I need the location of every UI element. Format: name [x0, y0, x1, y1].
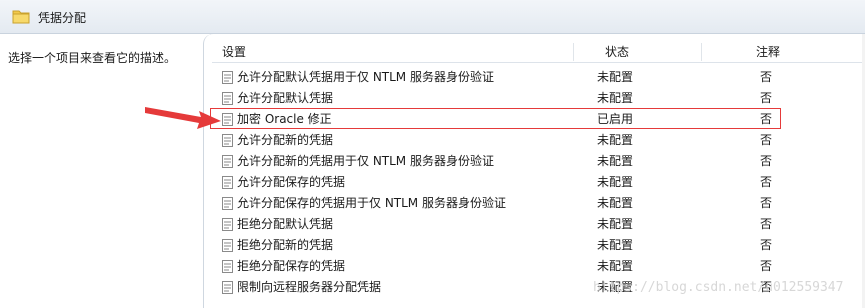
- row-state: 未配置: [597, 133, 634, 147]
- row-setting-name: 允许分配新的凭据用于仅 NTLM 服务器身份验证: [237, 154, 494, 168]
- row-state: 未配置: [597, 154, 634, 168]
- table-row[interactable]: 拒绝分配新的凭据 未配置 否: [212, 235, 864, 256]
- policy-setting-icon: [222, 260, 233, 273]
- policy-setting-icon: [222, 176, 233, 189]
- row-note: 否: [760, 196, 773, 210]
- row-note: 否: [760, 154, 773, 168]
- row-setting-name: 允许分配默认凭据用于仅 NTLM 服务器身份验证: [237, 70, 494, 84]
- description-pane: 选择一个项目来查看它的描述。: [0, 34, 211, 308]
- row-note: 否: [760, 133, 773, 147]
- row-note: 否: [760, 175, 773, 189]
- column-header-state[interactable]: 状态: [605, 41, 645, 63]
- settings-list-pane: 设置 状态 注释 允许分配默认凭据用于仅 NTLM 服务器身份验证 未配置 否 …: [203, 34, 865, 308]
- row-note: 否: [760, 217, 773, 231]
- row-setting-name: 拒绝分配保存的凭据: [237, 259, 346, 273]
- row-setting-name: 允许分配保存的凭据用于仅 NTLM 服务器身份验证: [237, 196, 506, 210]
- row-setting-name: 允许分配保存的凭据: [237, 175, 346, 189]
- column-divider[interactable]: [701, 43, 702, 61]
- policy-setting-icon: [222, 239, 233, 252]
- row-setting-name: 限制向远程服务器分配凭据: [237, 280, 382, 294]
- row-state: 未配置: [597, 70, 634, 84]
- row-state: 已启用: [597, 112, 634, 126]
- title-bar: 凭据分配: [0, 0, 865, 34]
- row-note: 否: [760, 70, 773, 84]
- policy-setting-icon: [222, 134, 233, 147]
- window-title: 凭据分配: [38, 11, 87, 25]
- row-setting-name: 拒绝分配新的凭据: [237, 238, 334, 252]
- policy-setting-icon: [222, 281, 233, 294]
- policy-setting-icon: [222, 71, 233, 84]
- column-divider[interactable]: [573, 43, 574, 61]
- column-header-setting[interactable]: 设置: [222, 41, 572, 63]
- policy-setting-icon: [222, 197, 233, 210]
- table-row[interactable]: 允许分配默认凭据用于仅 NTLM 服务器身份验证 未配置 否: [212, 67, 864, 88]
- table-header: 设置 状态 注释: [212, 41, 864, 63]
- table-row[interactable]: 允许分配新的凭据 未配置 否: [212, 130, 864, 151]
- table-row-selected[interactable]: 加密 Oracle 修正 已启用 否: [212, 109, 864, 130]
- table-row[interactable]: 允许分配新的凭据用于仅 NTLM 服务器身份验证 未配置 否: [212, 151, 864, 172]
- row-note: 否: [760, 259, 773, 273]
- description-text: 选择一个项目来查看它的描述。: [8, 51, 177, 65]
- settings-rows: 允许分配默认凭据用于仅 NTLM 服务器身份验证 未配置 否 允许分配默认凭据 …: [212, 67, 864, 298]
- row-state: 未配置: [597, 196, 634, 210]
- row-setting-name: 允许分配默认凭据: [237, 91, 334, 105]
- column-header-note[interactable]: 注释: [756, 41, 816, 63]
- row-state: 未配置: [597, 238, 634, 252]
- policy-setting-icon: [222, 92, 233, 105]
- row-setting-name: 加密 Oracle 修正: [237, 112, 332, 126]
- policy-setting-icon: [222, 155, 233, 168]
- row-setting-name: 拒绝分配默认凭据: [237, 217, 334, 231]
- row-note: 否: [760, 112, 773, 126]
- row-note: 否: [760, 91, 773, 105]
- row-state: 未配置: [597, 217, 634, 231]
- table-row[interactable]: 拒绝分配默认凭据 未配置 否: [212, 214, 864, 235]
- row-setting-name: 允许分配新的凭据: [237, 133, 334, 147]
- row-state: 未配置: [597, 91, 634, 105]
- table-row[interactable]: 允许分配保存的凭据用于仅 NTLM 服务器身份验证 未配置 否: [212, 193, 864, 214]
- policy-setting-icon: [222, 218, 233, 231]
- watermark: https://blog.csdn.net/u012559347: [593, 280, 844, 295]
- table-row[interactable]: 拒绝分配保存的凭据 未配置 否: [212, 256, 864, 277]
- row-state: 未配置: [597, 175, 634, 189]
- policy-setting-icon: [222, 113, 233, 126]
- red-arrow-icon: [145, 107, 221, 129]
- row-note: 否: [760, 238, 773, 252]
- table-row[interactable]: 允许分配默认凭据 未配置 否: [212, 88, 864, 109]
- row-state: 未配置: [597, 259, 634, 273]
- table-row[interactable]: 允许分配保存的凭据 未配置 否: [212, 172, 864, 193]
- folder-icon: [12, 10, 30, 24]
